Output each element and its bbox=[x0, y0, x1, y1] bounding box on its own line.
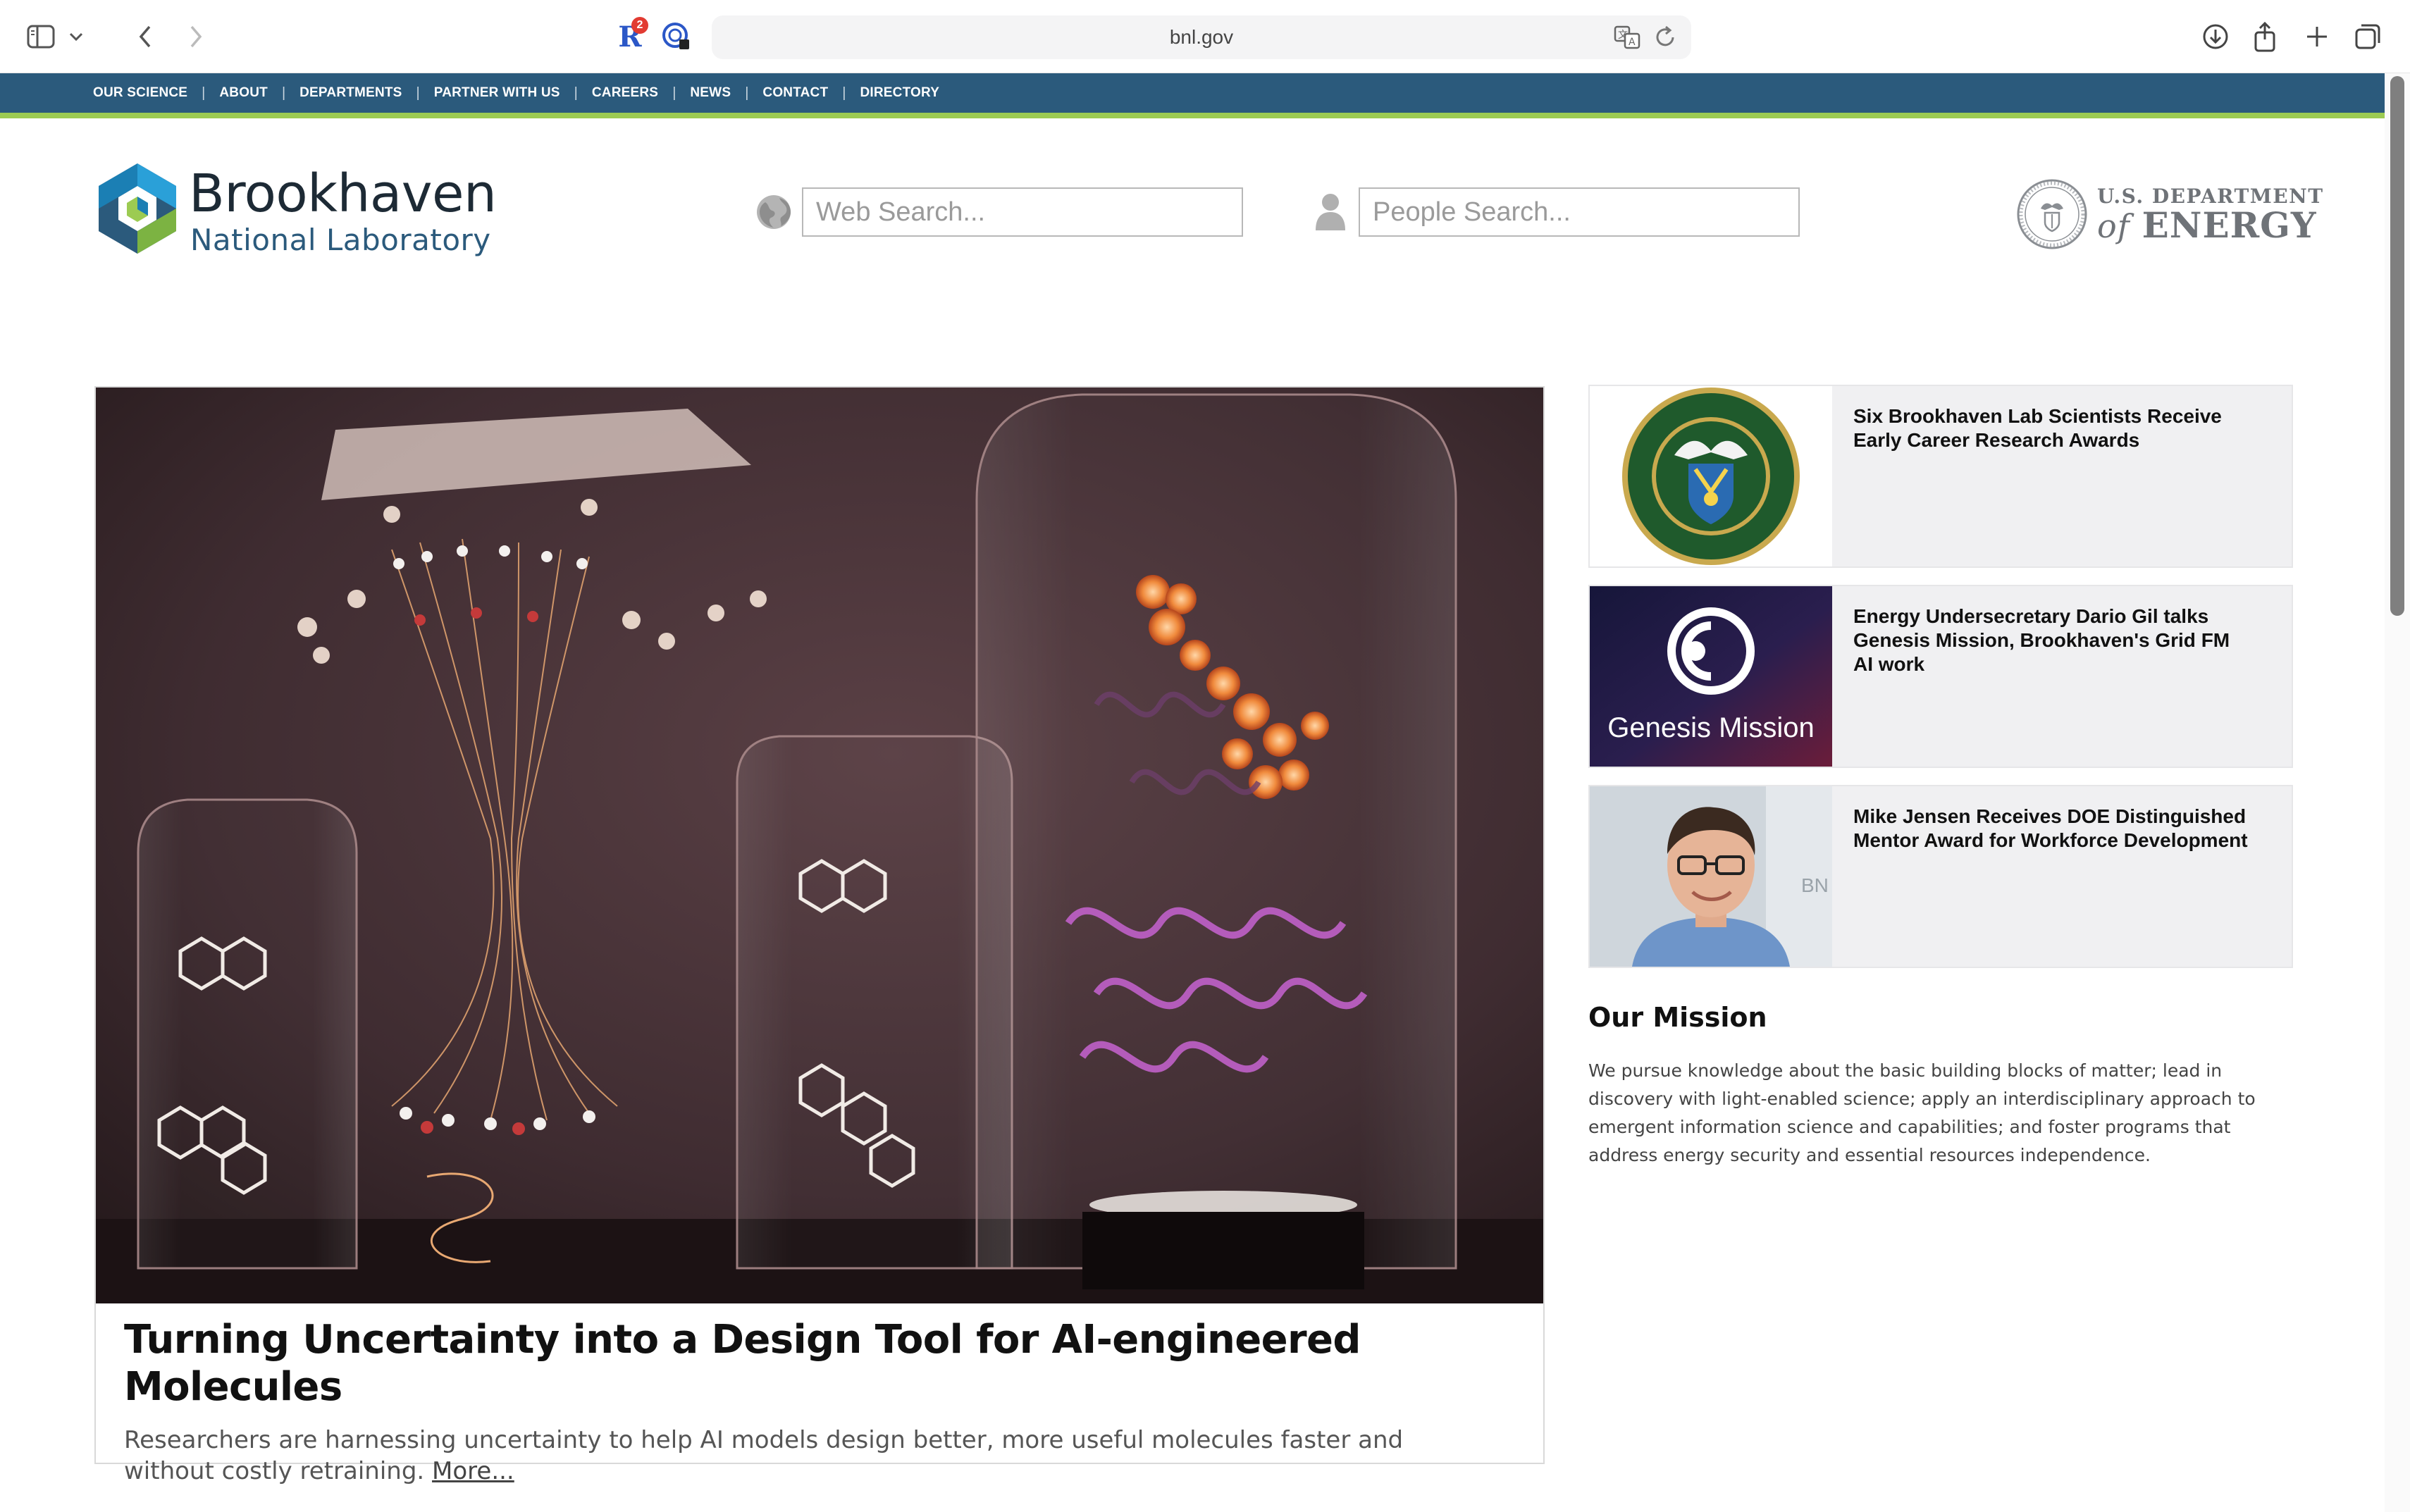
password-manager-icon[interactable] bbox=[657, 17, 696, 56]
mission-title: Our Mission bbox=[1588, 1002, 1767, 1033]
news-title[interactable]: Six Brookhaven Lab Scientists Receive Ea… bbox=[1853, 404, 2248, 452]
nav-item: | DEPARTMENTS bbox=[282, 85, 416, 101]
mission-section: Our Mission We pursue knowledge about th… bbox=[1588, 1002, 2293, 1170]
sidebar-icon[interactable] bbox=[21, 17, 61, 56]
nav-link-news[interactable]: NEWS bbox=[676, 85, 745, 101]
logo-subtitle: National Laboratory bbox=[190, 223, 491, 257]
nav-item: | DIRECTORY bbox=[842, 85, 953, 101]
doe-of: of bbox=[2097, 207, 2130, 245]
nav-link-about[interactable]: ABOUT bbox=[205, 85, 282, 101]
svg-text:A: A bbox=[1629, 37, 1636, 48]
address-bar[interactable]: bnl.gov 文A bbox=[712, 16, 1691, 59]
nav-item: | PARTNER WITH US bbox=[416, 85, 574, 101]
nav-item: | NEWS bbox=[672, 85, 745, 101]
browser-toolbar: R 2 bnl.gov 文A bbox=[0, 0, 2410, 73]
genesis-thumb-text: Genesis Mission bbox=[1607, 712, 1814, 743]
chevron-right-icon[interactable] bbox=[176, 17, 216, 56]
translate-icon[interactable]: 文A bbox=[1614, 24, 1642, 51]
extension-badge: 2 bbox=[631, 17, 648, 34]
hero-description: Researchers are harnessing uncertainty t… bbox=[124, 1425, 1491, 1487]
hero-more-link[interactable]: More... bbox=[432, 1457, 514, 1485]
nav-link-departments[interactable]: DEPARTMENTS bbox=[285, 85, 416, 101]
genesis-mission-image: Genesis Mission bbox=[1590, 586, 1832, 767]
nav-link-careers[interactable]: CAREERS bbox=[578, 85, 672, 101]
doe-logo[interactable]: U.S. DEPARTMENT of ENERGY bbox=[2015, 178, 2323, 255]
brookhaven-hexagon-icon bbox=[99, 163, 176, 254]
nav-link-our-science[interactable]: OUR SCIENCE bbox=[93, 85, 202, 101]
nav-link-partner-with-us[interactable]: PARTNER WITH US bbox=[420, 85, 574, 101]
globe-icon bbox=[753, 191, 795, 233]
nav-item: OUR SCIENCE bbox=[93, 85, 202, 101]
news-item[interactable]: BN Mike Jensen Receives DOE Distinguishe… bbox=[1588, 785, 2293, 968]
news-thumb-doe-seal[interactable] bbox=[1590, 386, 1832, 566]
news-title[interactable]: Mike Jensen Receives DOE Distinguished M… bbox=[1853, 805, 2248, 853]
news-list: Six Brookhaven Lab Scientists Receive Ea… bbox=[1588, 385, 2293, 985]
web-search-input[interactable] bbox=[802, 187, 1243, 237]
portrait-photo: BN bbox=[1590, 786, 1832, 967]
nav-link-contact[interactable]: CONTACT bbox=[748, 85, 842, 101]
nav-item: | CONTACT bbox=[745, 85, 842, 101]
doe-energy: ENERGY bbox=[2142, 204, 2317, 246]
news-title[interactable]: Energy Undersecretary Dario Gil talks Ge… bbox=[1853, 605, 2248, 676]
news-thumb-portrait[interactable]: BN bbox=[1590, 786, 1832, 967]
download-icon[interactable] bbox=[2196, 17, 2235, 56]
url-text: bnl.gov bbox=[1169, 26, 1234, 48]
hero-caption: Turning Uncertainty into a Design Tool f… bbox=[124, 1316, 1519, 1487]
people-search-input[interactable] bbox=[1359, 187, 1800, 237]
hero-image[interactable] bbox=[96, 388, 1543, 1303]
reload-icon[interactable] bbox=[1655, 24, 1677, 51]
chevron-down-icon[interactable] bbox=[62, 17, 90, 56]
news-item[interactable]: Six Brookhaven Lab Scientists Receive Ea… bbox=[1588, 385, 2293, 568]
hero-feature[interactable]: Turning Uncertainty into a Design Tool f… bbox=[94, 386, 1545, 1485]
doe-seal-icon bbox=[1622, 388, 1800, 565]
logo-title: Brookhaven bbox=[189, 163, 497, 224]
person-icon bbox=[1309, 191, 1352, 233]
hero-title[interactable]: Turning Uncertainty into a Design Tool f… bbox=[124, 1316, 1519, 1411]
nav-link-directory[interactable]: DIRECTORY bbox=[846, 85, 953, 101]
chevron-left-icon[interactable] bbox=[125, 17, 165, 56]
plus-icon[interactable] bbox=[2297, 17, 2337, 56]
brookhaven-logo[interactable]: Brookhaven National Laboratory bbox=[92, 161, 497, 259]
nav-item: | CAREERS bbox=[574, 85, 673, 101]
news-thumb-genesis[interactable]: Genesis Mission bbox=[1590, 586, 1832, 767]
mission-body: We pursue knowledge about the basic buil… bbox=[1588, 1060, 2256, 1165]
doe-line2: of ENERGY bbox=[2097, 204, 2317, 246]
web-search bbox=[753, 186, 1243, 238]
extension-r-icon[interactable]: R 2 bbox=[610, 17, 650, 56]
share-icon[interactable] bbox=[2245, 17, 2285, 56]
news-item[interactable]: Genesis Mission Energy Undersecretary Da… bbox=[1588, 585, 2293, 768]
nav-item: | ABOUT bbox=[202, 85, 282, 101]
hero-description-text: Researchers are harnessing uncertainty t… bbox=[124, 1426, 1404, 1486]
molecules-illustration bbox=[96, 388, 1543, 1303]
page-scrollbar[interactable] bbox=[2385, 73, 2410, 1512]
top-navigation: OUR SCIENCE | ABOUT | DEPARTMENTS | PARTNER WI… bbox=[0, 73, 2389, 118]
doe-seal-icon bbox=[2017, 179, 2087, 249]
scrollbar-thumb[interactable] bbox=[2390, 76, 2404, 616]
svg-text:BN: BN bbox=[1801, 874, 1829, 896]
tabs-icon[interactable] bbox=[2348, 17, 2387, 56]
people-search bbox=[1309, 186, 1800, 238]
